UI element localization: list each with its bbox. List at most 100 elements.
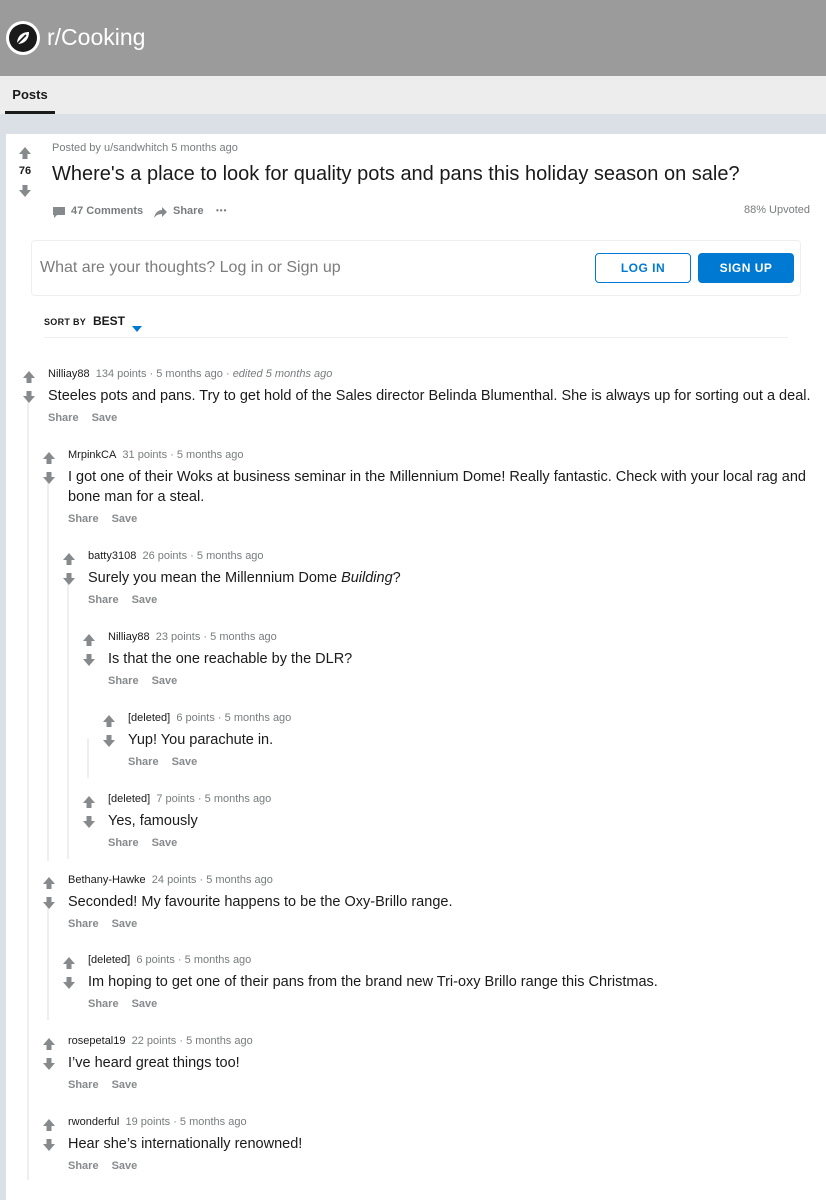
caret-down-icon[interactable] <box>132 319 142 337</box>
comment: [deleted] 7 points · 5 months ago Yes, f… <box>82 793 812 853</box>
downvote-icon[interactable] <box>42 1057 56 1071</box>
comment-author[interactable]: [deleted] <box>108 793 150 805</box>
save-button[interactable]: Save <box>112 918 138 930</box>
login-button[interactable]: LOG IN <box>595 253 691 283</box>
save-button[interactable]: Save <box>112 1079 138 1091</box>
comment-author[interactable]: MrpinkCA <box>68 449 116 461</box>
save-button[interactable]: Save <box>92 412 118 424</box>
comment: Bethany-Hawke 24 points · 5 months ago S… <box>42 874 812 934</box>
upvote-icon[interactable] <box>42 451 56 465</box>
comment-author[interactable]: Bethany-Hawke <box>68 874 146 886</box>
comment-actions: Share Save <box>88 998 170 1012</box>
comment-actions: Share Save <box>108 675 190 689</box>
share-button[interactable]: Share <box>68 1160 99 1172</box>
comments-link[interactable]: 47 Comments <box>71 204 143 218</box>
thread-line[interactable] <box>87 738 89 778</box>
subreddit-leaf-icon[interactable] <box>6 21 40 55</box>
upvote-icon[interactable] <box>22 370 36 384</box>
save-button[interactable]: Save <box>152 837 178 849</box>
comment-meta: [deleted] 6 points · 5 months ago <box>128 712 292 724</box>
upvote-icon[interactable] <box>42 1037 56 1051</box>
share-button[interactable]: Share <box>88 998 119 1010</box>
save-button[interactable]: Save <box>112 1160 138 1172</box>
comment: Nilliay88 23 points · 5 months ago Is th… <box>82 631 812 691</box>
comment-author[interactable]: [deleted] <box>88 954 130 966</box>
comment-body: I’ve heard great things too! <box>68 1055 240 1071</box>
comment-author[interactable]: rwonderful <box>68 1116 119 1128</box>
comment-time: 5 months ago <box>206 874 273 886</box>
upvote-icon[interactable] <box>62 956 76 970</box>
post-score: 76 <box>18 165 32 177</box>
comment-body: Is that the one reachable by the DLR? <box>108 651 353 667</box>
thread-line[interactable] <box>27 395 29 1180</box>
post-title[interactable]: Where's a place to look for quality pots… <box>52 163 740 186</box>
comment-body: Hear she’s internationally renowned! <box>68 1136 303 1152</box>
comment-time: 5 months ago <box>184 954 252 966</box>
upvote-icon[interactable] <box>42 876 56 890</box>
comment: MrpinkCA 31 points · 5 months ago I got … <box>42 449 812 529</box>
sort-value[interactable]: BEST <box>93 314 125 328</box>
divider <box>44 337 788 338</box>
comment-author[interactable]: Nilliay88 <box>108 631 150 643</box>
save-button[interactable]: Save <box>132 594 158 606</box>
upvote-icon[interactable] <box>62 552 76 566</box>
upvote-ratio: 88% Upvoted <box>743 204 810 216</box>
comment-body-line: bone man for a steal. <box>68 489 205 505</box>
downvote-icon[interactable] <box>82 653 96 667</box>
downvote-icon[interactable] <box>102 734 116 748</box>
downvote-icon[interactable] <box>62 976 76 990</box>
comment-time: 5 months ago <box>156 368 223 380</box>
comment-meta: Bethany-Hawke 24 points · 5 months ago <box>68 874 273 886</box>
comment-time: 5 months ago <box>204 793 272 805</box>
upvote-icon[interactable] <box>42 1118 56 1132</box>
share-button[interactable]: Share <box>68 918 99 930</box>
comment-body: Steeles pots and pans. Try to get hold o… <box>48 388 811 404</box>
comment-prompt-text[interactable]: What are your thoughts? Log in or Sign u… <box>40 259 341 277</box>
tab-posts[interactable]: Posts <box>5 76 55 114</box>
comment-author[interactable]: Nilliay88 <box>48 368 90 380</box>
share-button[interactable]: Share <box>128 756 159 768</box>
signup-button[interactable]: SIGN UP <box>698 253 794 283</box>
thread-line[interactable] <box>47 476 49 861</box>
sort-label: SORT BY <box>44 317 87 327</box>
comment-points: 24 points <box>151 874 197 886</box>
share-button[interactable]: Share <box>108 837 139 849</box>
comment-points: 23 points <box>155 631 201 643</box>
post-share-button[interactable]: Share <box>173 204 204 218</box>
upvote-icon[interactable] <box>82 795 96 809</box>
thread-line[interactable] <box>67 577 69 859</box>
comment-author[interactable]: [deleted] <box>128 712 170 724</box>
comment-time: 5 months ago <box>186 1035 253 1047</box>
downvote-icon[interactable] <box>42 471 56 485</box>
post-downvote-icon[interactable] <box>18 184 32 198</box>
comment-body: Im hoping to get one of their pans from … <box>88 974 658 990</box>
share-button[interactable]: Share <box>68 513 99 525</box>
share-button[interactable]: Share <box>68 1079 99 1091</box>
comment-points: 6 points <box>136 954 175 966</box>
downvote-icon[interactable] <box>22 390 36 404</box>
downvote-icon[interactable] <box>82 815 96 829</box>
subreddit-banner: r/Cooking <box>0 0 826 76</box>
subreddit-name[interactable]: r/Cooking <box>47 24 145 51</box>
tab-bar: Posts <box>0 76 826 114</box>
share-button[interactable]: Share <box>48 412 79 424</box>
share-button[interactable]: Share <box>108 675 139 687</box>
save-button[interactable]: Save <box>172 756 198 768</box>
post-upvote-icon[interactable] <box>18 146 32 160</box>
comment-actions: Share Save <box>88 594 170 608</box>
share-button[interactable]: Share <box>88 594 119 606</box>
comment-meta: rosepetal19 22 points · 5 months ago <box>68 1035 253 1047</box>
downvote-icon[interactable] <box>42 896 56 910</box>
save-button[interactable]: Save <box>112 513 138 525</box>
comment-author[interactable]: rosepetal19 <box>68 1035 126 1047</box>
save-button[interactable]: Save <box>132 998 158 1010</box>
upvote-icon[interactable] <box>82 633 96 647</box>
more-options-icon[interactable]: ••• <box>216 204 227 218</box>
comment-actions: Share Save <box>68 918 150 932</box>
comment-points: 22 points <box>131 1035 177 1047</box>
upvote-icon[interactable] <box>102 714 116 728</box>
comment-author[interactable]: batty3108 <box>88 550 136 562</box>
downvote-icon[interactable] <box>42 1138 56 1152</box>
downvote-icon[interactable] <box>62 572 76 586</box>
save-button[interactable]: Save <box>152 675 178 687</box>
